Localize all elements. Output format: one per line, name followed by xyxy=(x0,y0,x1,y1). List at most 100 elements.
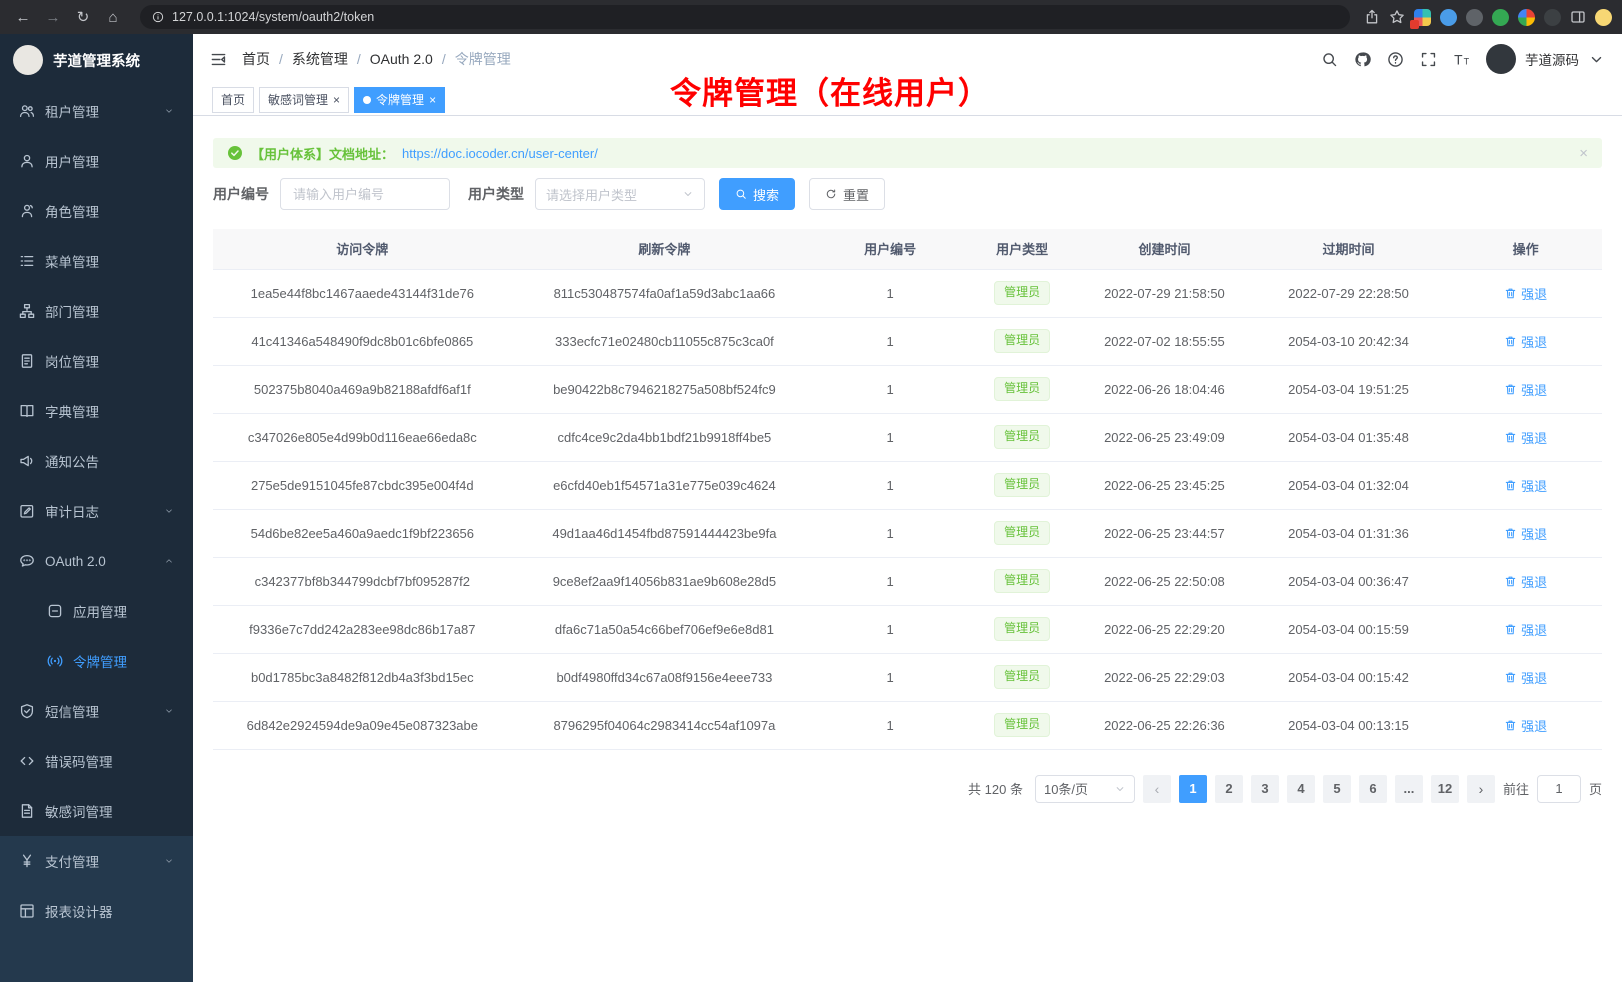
user-menu[interactable]: 芋道源码 xyxy=(1486,44,1605,74)
alert-close-icon[interactable]: × xyxy=(1579,145,1588,162)
page-size-select[interactable]: 10条/页 xyxy=(1035,775,1135,803)
help-icon xyxy=(1387,51,1404,68)
access-token-cell: c342377bf8b344799dcbf7bf095287f2 xyxy=(213,557,512,605)
user-id-input[interactable] xyxy=(280,178,450,210)
alert-doc-link[interactable]: https://doc.iocoder.cn/user-center/ xyxy=(402,146,598,161)
page-button[interactable]: 2 xyxy=(1215,775,1243,803)
create-time-cell: 2022-06-26 18:04:46 xyxy=(1081,365,1248,413)
address-bar[interactable]: 127.0.0.1:1024/system/oauth2/token xyxy=(140,5,1350,29)
page-button[interactable]: 5 xyxy=(1323,775,1351,803)
chevron-down-icon xyxy=(1588,51,1605,68)
chevron-down-icon xyxy=(1114,783,1126,795)
user-type-badge: 管理员 xyxy=(994,521,1050,545)
tab-item[interactable]: 令牌管理× xyxy=(354,87,445,113)
page-button[interactable]: 6 xyxy=(1359,775,1387,803)
sidebar-item-book[interactable]: 字典管理 xyxy=(0,386,193,436)
sidebar-item-list[interactable]: 菜单管理 xyxy=(0,236,193,286)
sidebar-item-user[interactable]: 用户管理 xyxy=(0,136,193,186)
sidebar-item-edit[interactable]: 审计日志 xyxy=(0,486,193,536)
fullscreen-icon[interactable] xyxy=(1420,51,1437,68)
sidebar-subitem-app[interactable]: 应用管理 xyxy=(0,586,193,636)
page-button[interactable]: 3 xyxy=(1251,775,1279,803)
book-icon xyxy=(19,403,35,419)
user-id-cell: 1 xyxy=(817,365,963,413)
breadcrumb-item[interactable]: 系统管理 xyxy=(292,49,348,69)
sidebar-item-report[interactable]: 报表设计器 xyxy=(0,886,193,936)
site-info-icon[interactable] xyxy=(152,11,164,23)
prev-page-button[interactable]: ‹ xyxy=(1143,775,1171,803)
chevron-down-icon xyxy=(164,706,174,716)
tab-item[interactable]: 首页 xyxy=(212,87,254,113)
browser-profile-avatar[interactable] xyxy=(1595,9,1612,26)
extension-green-icon[interactable] xyxy=(1492,9,1509,26)
breadcrumb-item[interactable]: OAuth 2.0 xyxy=(370,51,433,67)
extension-dark2-icon[interactable] xyxy=(1544,9,1561,26)
user-type-badge: 管理员 xyxy=(994,617,1050,641)
action-cell: 强退 xyxy=(1449,557,1602,605)
page-button[interactable]: 4 xyxy=(1287,775,1315,803)
tab-close-icon[interactable]: × xyxy=(333,94,340,106)
goto-page-input[interactable] xyxy=(1537,775,1581,803)
tab-close-icon[interactable]: × xyxy=(429,94,436,106)
collapse-sidebar-button[interactable] xyxy=(210,51,227,68)
sidebar-item-megaphone[interactable]: 通知公告 xyxy=(0,436,193,486)
help-icon[interactable] xyxy=(1387,51,1404,68)
user-id-cell: 1 xyxy=(817,269,963,317)
breadcrumb-item[interactable]: 首页 xyxy=(242,49,270,69)
table-row: c347026e805e4d99b0d116eae66eda8c cdfc4ce… xyxy=(213,413,1602,461)
user-type-select[interactable]: 请选择用户类型 xyxy=(535,178,705,210)
global-search-icon[interactable] xyxy=(1321,51,1338,68)
browser-forward-button[interactable]: → xyxy=(40,4,66,30)
next-page-button[interactable]: › xyxy=(1467,775,1495,803)
reset-button[interactable]: 重置 xyxy=(809,178,885,210)
bookmark-star-icon[interactable] xyxy=(1389,9,1405,25)
table-row: b0d1785bc3a8482f812db4a3f3bd15ec b0df498… xyxy=(213,653,1602,701)
force-logout-button[interactable]: 强退 xyxy=(1504,476,1547,495)
force-logout-button[interactable]: 强退 xyxy=(1504,524,1547,543)
access-token-cell: 6d842e2924594de9a09e45e087323abe xyxy=(213,701,512,749)
force-logout-button[interactable]: 强退 xyxy=(1504,380,1547,399)
github-icon[interactable] xyxy=(1354,51,1371,68)
force-logout-button[interactable]: 强退 xyxy=(1504,428,1547,447)
tree-icon xyxy=(19,303,35,319)
sidebar-item-tree[interactable]: 部门管理 xyxy=(0,286,193,336)
sidebar-item-yen[interactable]: 支付管理 xyxy=(0,836,193,886)
sidebar-item-code[interactable]: 错误码管理 xyxy=(0,736,193,786)
font-size-icon[interactable]: TT xyxy=(1453,51,1470,68)
force-logout-button[interactable]: 强退 xyxy=(1504,668,1547,687)
browser-home-button[interactable]: ⌂ xyxy=(100,4,126,30)
share-icon[interactable] xyxy=(1364,9,1380,25)
extension-pinwheel-icon[interactable] xyxy=(1518,9,1535,26)
table-row: 502375b8040a469a9b82188afdf6af1f be90422… xyxy=(213,365,1602,413)
sidebar-item-shield[interactable]: 短信管理 xyxy=(0,686,193,736)
sidebar-item-users[interactable]: 租户管理 xyxy=(0,86,193,136)
extension-blue-icon[interactable] xyxy=(1440,9,1457,26)
force-logout-button[interactable]: 强退 xyxy=(1504,716,1547,735)
extension-dark-icon[interactable] xyxy=(1466,9,1483,26)
extension-pixel-icon[interactable] xyxy=(1414,9,1431,26)
browser-reload-button[interactable]: ↻ xyxy=(70,4,96,30)
split-view-icon[interactable] xyxy=(1570,9,1586,25)
more-pages-button[interactable]: ... xyxy=(1395,775,1423,803)
force-logout-button[interactable]: 强退 xyxy=(1504,284,1547,303)
create-time-cell: 2022-07-29 21:58:50 xyxy=(1081,269,1248,317)
search-button[interactable]: 搜索 xyxy=(719,178,795,210)
page-button[interactable]: 1 xyxy=(1179,775,1207,803)
sidebar-item-badge[interactable]: 岗位管理 xyxy=(0,336,193,386)
trash-icon xyxy=(1504,383,1517,396)
sidebar-item-label: 租户管理 xyxy=(45,101,99,121)
table-row: c342377bf8b344799dcbf7bf095287f2 9ce8ef2… xyxy=(213,557,1602,605)
sidebar-item-chat[interactable]: OAuth 2.0 xyxy=(0,536,193,586)
sidebar-item-doc[interactable]: 敏感词管理 xyxy=(0,786,193,836)
user-type-cell: 管理员 xyxy=(963,605,1081,653)
sidebar-item-label: 用户管理 xyxy=(45,151,99,171)
force-logout-button[interactable]: 强退 xyxy=(1504,572,1547,591)
page-button[interactable]: 12 xyxy=(1431,775,1459,803)
tab-item[interactable]: 敏感词管理× xyxy=(259,87,349,113)
browser-back-button[interactable]: ← xyxy=(10,4,36,30)
sidebar-item-role[interactable]: 角色管理 xyxy=(0,186,193,236)
force-logout-button[interactable]: 强退 xyxy=(1504,620,1547,639)
force-logout-button[interactable]: 强退 xyxy=(1504,332,1547,351)
sidebar-subitem-signal[interactable]: 令牌管理 xyxy=(0,636,193,686)
badge-icon xyxy=(19,353,35,369)
